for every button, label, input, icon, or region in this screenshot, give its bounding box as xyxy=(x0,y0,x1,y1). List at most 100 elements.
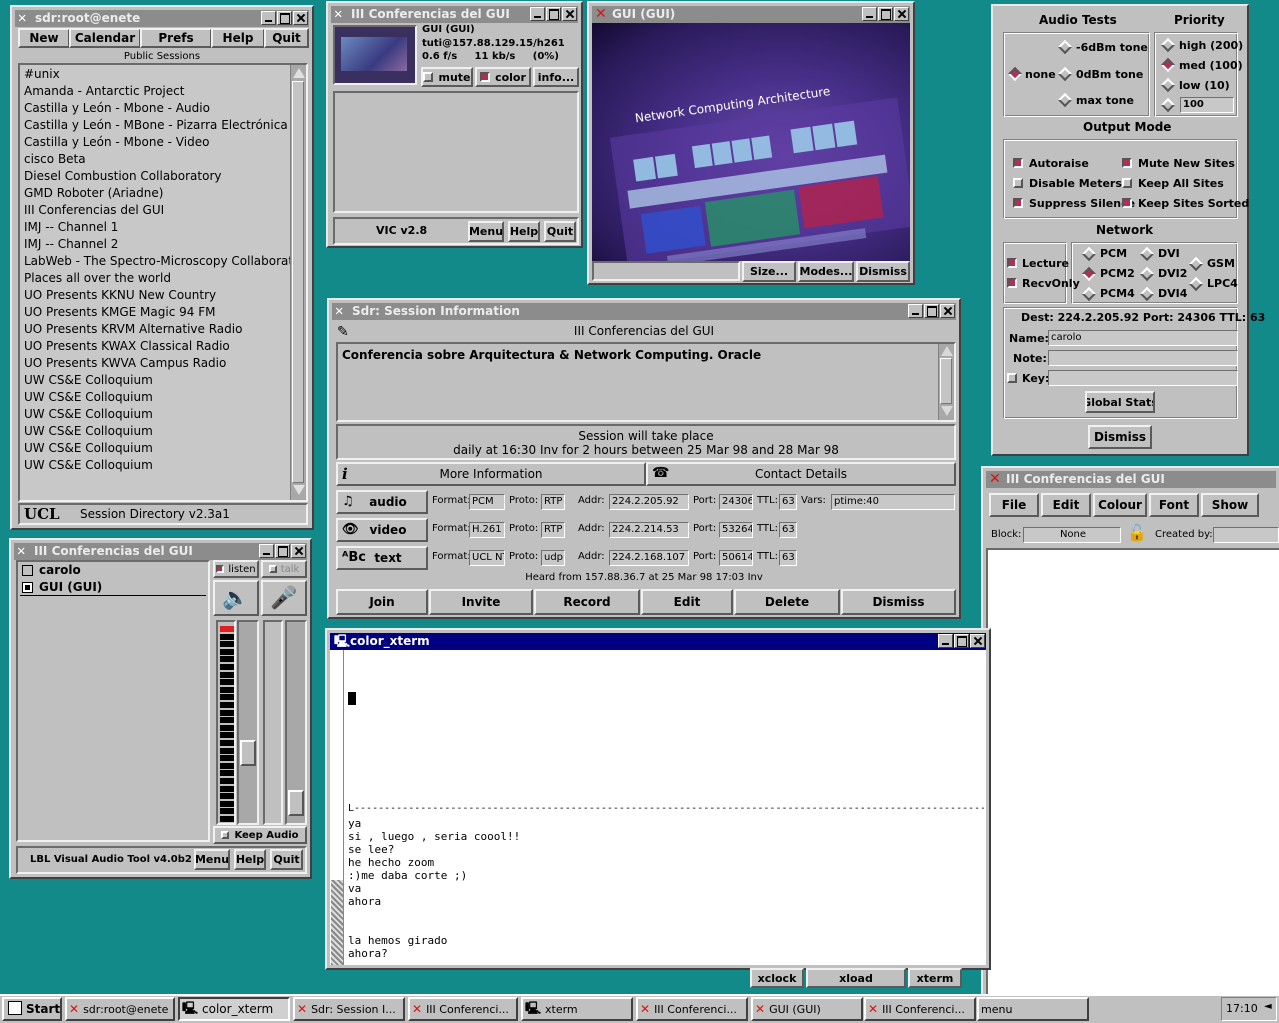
dismiss-session-button[interactable]: Dismiss xyxy=(841,589,956,615)
sdr-menu-prefs[interactable]: Prefs xyxy=(140,28,212,48)
scroll-up-arrow-icon[interactable] xyxy=(293,68,305,78)
xterm-titlebar[interactable]: 🖳 color_xterm xyxy=(330,633,986,650)
talk-toggle[interactable]: talk xyxy=(261,560,307,578)
maximize-button[interactable] xyxy=(878,7,893,21)
delete-session-button[interactable]: Delete xyxy=(734,589,840,615)
nte-menu-file[interactable]: File xyxy=(989,493,1039,517)
session-list-item[interactable]: IMJ -- Channel 2 xyxy=(24,237,294,251)
scroll-thumb[interactable] xyxy=(292,81,304,483)
close-button[interactable] xyxy=(291,544,306,558)
close-button[interactable] xyxy=(562,7,577,21)
keep-audio-toggle[interactable]: Keep Audio xyxy=(213,826,307,844)
maximize-button[interactable] xyxy=(277,11,292,25)
taskbar-item[interactable]: ✕ sdr:root@enete xyxy=(65,997,175,1021)
close-button[interactable] xyxy=(970,634,985,648)
session-list-item[interactable]: UO Presents KKNU New Country xyxy=(24,288,294,302)
maximize-button[interactable] xyxy=(954,634,969,648)
participant-row[interactable]: carolo xyxy=(20,563,206,579)
minimize-button[interactable] xyxy=(908,304,923,318)
taskbar-item[interactable]: ✕ III Conferenci... xyxy=(408,997,518,1021)
key-field[interactable] xyxy=(1048,370,1238,386)
invite-session-button[interactable]: Invite xyxy=(429,589,533,615)
minimize-button[interactable] xyxy=(261,11,276,25)
more-info-button[interactable]: i More Information xyxy=(336,462,646,486)
close-button[interactable] xyxy=(940,304,955,318)
taskbar-item[interactable]: ✕ Sdr: Session I... xyxy=(293,997,405,1021)
nte-menu-colour[interactable]: Colour xyxy=(1093,493,1147,517)
maximize-button[interactable] xyxy=(924,304,939,318)
nte-menu-show[interactable]: Show xyxy=(1201,493,1259,517)
vat-menu-button[interactable]: Menu xyxy=(194,849,230,870)
participant-row[interactable]: GUI (GUI) xyxy=(20,580,206,596)
session-list-item[interactable]: Castilla y León - Mbone - Audio xyxy=(24,101,294,115)
output-volume-slider[interactable] xyxy=(237,620,259,825)
microphone-button[interactable]: 🎤 xyxy=(261,580,307,616)
vat-titlebar[interactable]: ✕ III Conferencias del GUI xyxy=(14,543,307,560)
taskbar-item[interactable]: menu xyxy=(977,997,1089,1021)
session-list-item[interactable]: #unix xyxy=(24,67,294,81)
edit-session-button[interactable]: Edit xyxy=(641,589,733,615)
mute-new-sites-checkbox[interactable] xyxy=(1122,158,1132,168)
speaker-button[interactable]: 🔈 xyxy=(213,580,259,616)
disable-meters-checkbox[interactable] xyxy=(1013,178,1023,188)
session-list-item[interactable]: Places all over the world xyxy=(24,271,294,285)
global-stats-button[interactable]: Global Stats xyxy=(1085,391,1155,413)
mini-tab-xterm[interactable]: xterm xyxy=(908,968,962,988)
close-button[interactable] xyxy=(293,11,308,25)
session-list-item[interactable]: UW CS&E Colloquium xyxy=(24,390,294,404)
mini-tab-xload[interactable]: xload xyxy=(806,968,906,988)
taskbar-item[interactable]: ✕ GUI (GUI) xyxy=(751,997,863,1021)
session-list-item[interactable]: UW CS&E Colloquium xyxy=(24,424,294,438)
info-button[interactable]: info... xyxy=(533,67,579,87)
session-list-item[interactable]: UW CS&E Colloquium xyxy=(24,373,294,387)
suppress-silence-checkbox[interactable] xyxy=(1013,198,1023,208)
scroll-up-arrow-icon[interactable] xyxy=(941,346,953,356)
modes-button[interactable]: Modes... xyxy=(798,261,854,282)
xterm-content[interactable]: L---------------------------------------… xyxy=(330,650,986,965)
mute-toggle[interactable]: mute xyxy=(421,67,473,87)
color-toggle[interactable]: color xyxy=(475,67,531,87)
sdr-menu-calendar[interactable]: Calendar xyxy=(69,28,141,48)
key-checkbox[interactable] xyxy=(1007,373,1017,383)
note-field[interactable] xyxy=(1048,350,1238,366)
session-list-item[interactable]: UW CS&E Colloquium xyxy=(24,407,294,421)
scroll-down-arrow-icon[interactable] xyxy=(293,485,305,495)
session-list-item[interactable]: UO Presents KMGE Magic 94 FM xyxy=(24,305,294,319)
sdr-menu-quit[interactable]: Quit xyxy=(264,28,309,48)
join-session-button[interactable]: Join xyxy=(336,589,428,615)
taskbar-item[interactable]: ✕ III Conferenci... xyxy=(864,997,976,1021)
keep-all-sites-checkbox[interactable] xyxy=(1122,178,1132,188)
vic-menu-button[interactable]: Menu xyxy=(468,221,504,242)
video-frame[interactable]: Network Computing Architecture xyxy=(592,23,910,261)
session-list-item[interactable]: LabWeb - The Spectro-Microscopy Collabor… xyxy=(24,254,294,268)
taskbar-item[interactable]: 🖳 color_xterm xyxy=(178,997,290,1021)
start-button[interactable]: Start xyxy=(2,997,62,1021)
session-list-item[interactable]: III Conferencias del GUI xyxy=(24,203,294,217)
mini-tab-xclock[interactable]: xclock xyxy=(750,968,804,988)
session-list-item[interactable]: IMJ -- Channel 1 xyxy=(24,220,294,234)
nte-menu-edit[interactable]: Edit xyxy=(1041,493,1091,517)
session-list-scrollbar[interactable] xyxy=(290,65,306,500)
dismiss-prefs-button[interactable]: Dismiss xyxy=(1088,425,1152,449)
media-video-button[interactable]: 👁 video xyxy=(336,518,428,542)
vic-quit-button[interactable]: Quit xyxy=(544,221,576,242)
session-list-item[interactable]: UO Presents KRVM Alternative Radio xyxy=(24,322,294,336)
taskbar-item[interactable]: ✕ III Conferenci... xyxy=(636,997,748,1021)
contact-details-button[interactable]: ☎ Contact Details xyxy=(646,462,956,486)
session-list-item[interactable]: UW CS&E Colloquium xyxy=(24,441,294,455)
maximize-button[interactable] xyxy=(275,544,290,558)
autoraise-checkbox[interactable] xyxy=(1013,158,1023,168)
video-titlebar[interactable]: ✕ GUI (GUI) xyxy=(592,6,910,23)
vat-help-button[interactable]: Help xyxy=(234,849,266,870)
vic-help-button[interactable]: Help xyxy=(508,221,540,242)
video-thumbnail[interactable] xyxy=(333,25,417,85)
minimize-button[interactable] xyxy=(862,7,877,21)
session-list-item[interactable]: UO Presents KWVA Campus Radio xyxy=(24,356,294,370)
scroll-thumb[interactable] xyxy=(331,880,343,965)
lock-icon[interactable]: 🔓 xyxy=(1127,523,1147,542)
session-list-item[interactable]: cisco Beta xyxy=(24,152,294,166)
dismiss-video-button[interactable]: Dismiss xyxy=(856,261,910,282)
speaker-tray-icon[interactable]: ◄ xyxy=(1264,1001,1272,1012)
sdr-main-titlebar[interactable]: ✕ sdr:root@enete xyxy=(15,10,309,27)
input-volume-slider[interactable] xyxy=(285,620,307,825)
